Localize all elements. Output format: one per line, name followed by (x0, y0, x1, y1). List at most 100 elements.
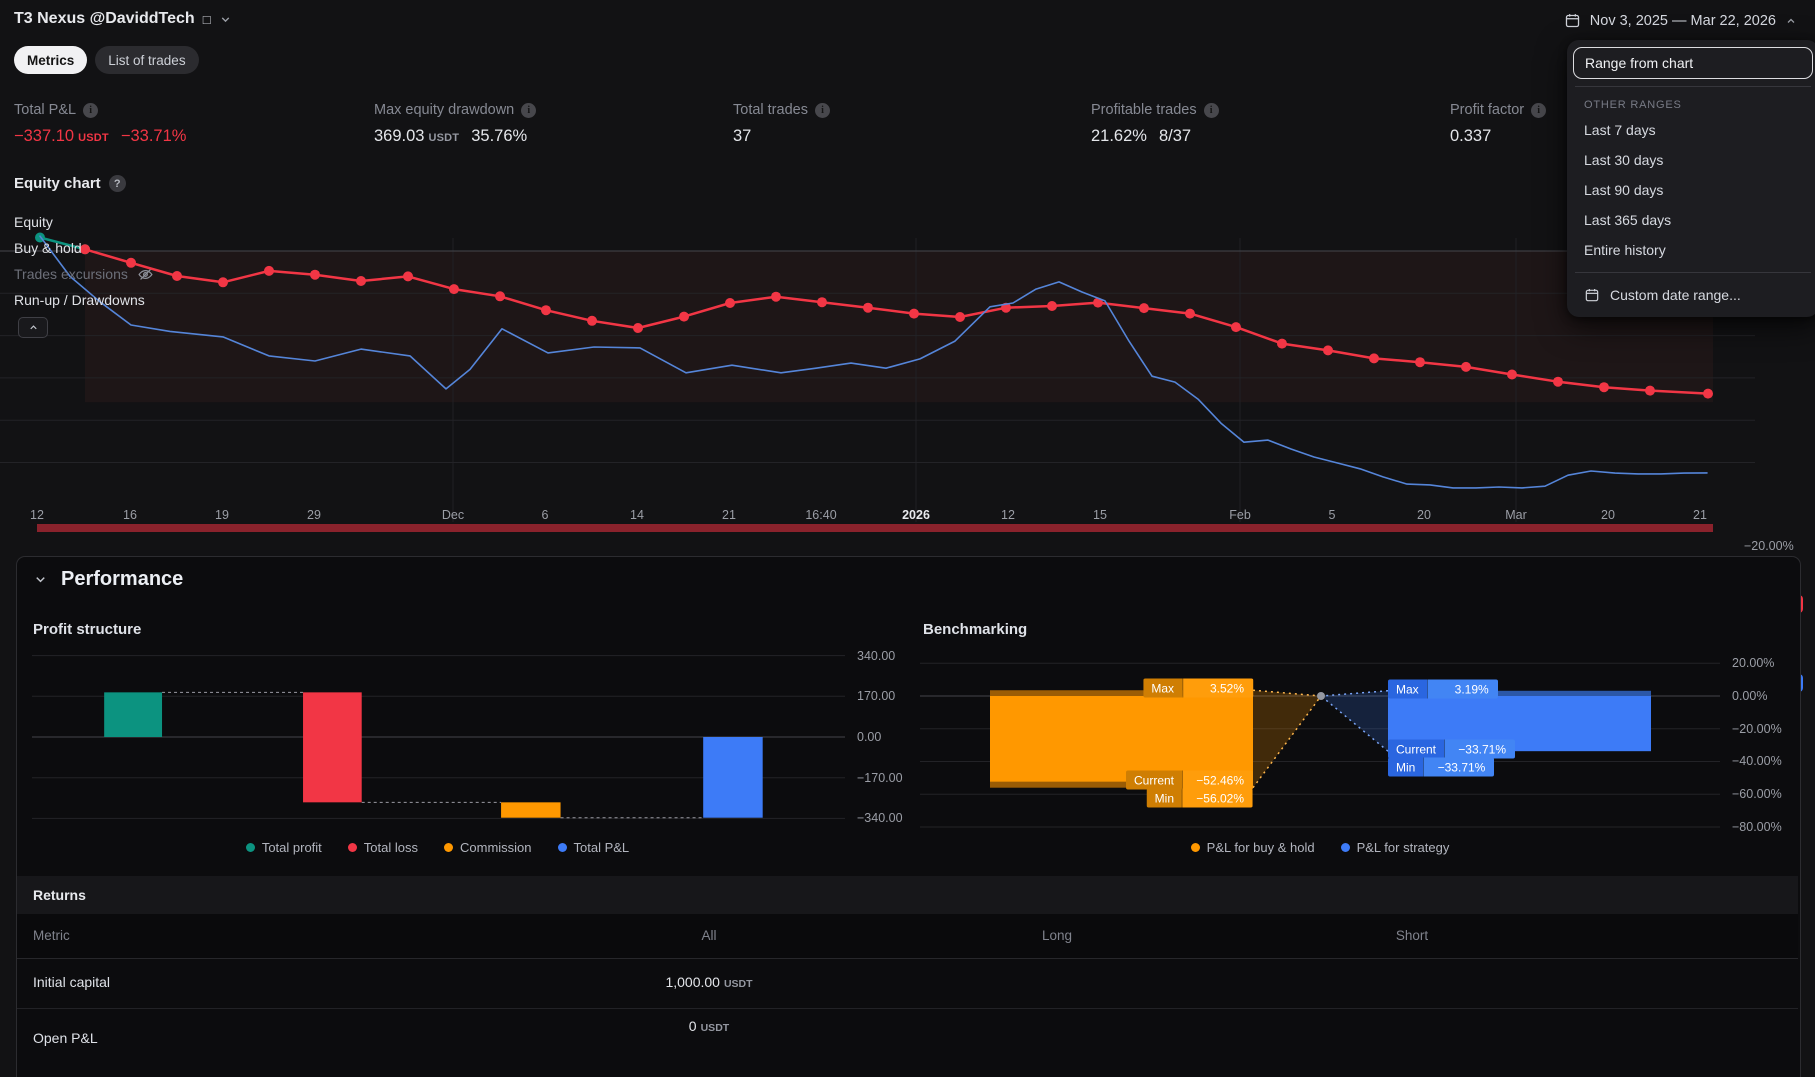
legend-item: P&L for strategy (1340, 840, 1450, 855)
metric-max-drawdown: Max equity drawdown i 369.03 USDT 35.76% (374, 102, 714, 146)
menu-item-last-90-days[interactable]: Last 90 days (1573, 175, 1813, 205)
metric-label: Profitable trades (1091, 102, 1197, 118)
info-icon[interactable]: i (1531, 102, 1547, 118)
menu-group-label: OTHER RANGES (1584, 99, 1682, 111)
metric-label: Max equity drawdown (374, 102, 515, 118)
legend-item: Total profit (245, 840, 322, 855)
value-chip-max: Max 3.52% (1143, 678, 1253, 698)
profit-structure-title: Profit structure (33, 621, 142, 638)
chip-value: −33.71% (1444, 739, 1516, 759)
tab-metrics[interactable]: Metrics (14, 46, 88, 74)
range-menu: Range from chart OTHER RANGES Last 7 day… (1567, 40, 1815, 317)
info-icon[interactable]: i (83, 102, 99, 118)
returns-table-header: Metric All Long Short (17, 914, 1798, 959)
legend-dot (557, 843, 567, 852)
max-drawdown-region (85, 251, 1713, 403)
page-title: T3 Nexus @DaviddTech (14, 10, 195, 27)
legend-item: Commission (444, 840, 532, 855)
x-tick: 20 (1417, 508, 1431, 522)
chip-value: −56.02% (1182, 788, 1253, 808)
x-tick: 21 (722, 508, 736, 522)
row-value-all: 0 USDT (688, 1018, 730, 1034)
legend-item: Total loss (347, 840, 418, 855)
chip-value: 3.19% (1426, 679, 1498, 699)
equity-pane[interactable]: 12 16 19 29 Dec 6 14 21 16:40 2026 12 15 Feb 5 20 Mar 20… (0, 210, 1815, 692)
returns-title: Returns (33, 887, 86, 903)
column-p-l-for-buy-hold (990, 696, 1253, 782)
legend-label: Total loss (363, 840, 418, 855)
chevron-down-icon[interactable] (219, 13, 232, 26)
strategy-tester-page: T3 Nexus @DaviddTech □ Nov 3, 2025 — Mar… (0, 0, 1815, 1077)
table-row-initial-capital[interactable]: Initial capital 1,000.00 USDT (17, 958, 1798, 1008)
legend-item: P&L for buy & hold (1190, 840, 1315, 855)
legend-label: P&L for buy & hold (1206, 840, 1315, 855)
metric-value: 21.62% (1091, 127, 1147, 145)
metric-profitable-trades: Profitable trades i 21.62% 8/37 (1091, 102, 1431, 146)
x-tick: 15 (1093, 508, 1107, 522)
profit-structure-legend: Total profit Total loss Commission Total P&… (30, 840, 845, 855)
help-icon[interactable]: ? (108, 175, 126, 192)
value-chip-min: Min −33.71% (1388, 757, 1495, 777)
y-tick: −340.00 (857, 811, 903, 826)
chip-label: Current (1125, 770, 1182, 790)
bar-total-profit (104, 692, 163, 737)
x-tick: 16 (123, 508, 137, 522)
legend-dot (1340, 843, 1350, 852)
table-row-open-pnl[interactable]: Open P&L 0 USDT (17, 1008, 1798, 1058)
date-range-button[interactable]: Nov 3, 2025 — Mar 22, 2026 (1556, 8, 1805, 33)
menu-item-last-7-days[interactable]: Last 7 days (1573, 115, 1813, 145)
bar-commission (501, 802, 561, 818)
legend-label: P&L for strategy (1356, 840, 1450, 855)
value-chip-max: Max 3.19% (1388, 679, 1498, 699)
y-tick: 0.00% (1732, 689, 1768, 703)
eye-off-icon (137, 266, 154, 283)
value-chip-current: Current −33.71% (1388, 739, 1516, 759)
menu-item-entire-history[interactable]: Entire history (1573, 235, 1813, 265)
menu-item-last-365-days[interactable]: Last 365 days (1573, 205, 1813, 235)
info-icon[interactable]: i (1203, 102, 1219, 118)
menu-item-custom-date-range[interactable]: Custom date range... (1573, 280, 1813, 310)
y-tick: 340.00 (857, 648, 896, 663)
benchmarking-title: Benchmarking (923, 621, 1028, 638)
equity-plot[interactable] (0, 210, 1815, 540)
legend-item-equity[interactable]: Equity (14, 213, 154, 231)
metric-total-trades: Total trades i 37 (733, 102, 1073, 146)
x-tick: 14 (630, 508, 644, 522)
x-tick: 12 (1001, 508, 1015, 522)
menu-item-last-30-days[interactable]: Last 30 days (1573, 145, 1813, 175)
performance-header[interactable]: Performance (33, 568, 183, 591)
x-tick: 12 (30, 508, 44, 522)
legend-dot (444, 843, 453, 852)
row-label: Initial capital (33, 974, 111, 990)
bar-total-p-l (703, 737, 763, 818)
metric-label: Total P&L (14, 102, 77, 118)
column-all: All (701, 928, 717, 943)
y-tick: 20.00% (1732, 656, 1775, 671)
bar-total-loss (303, 692, 362, 803)
x-tick: 29 (307, 508, 321, 522)
y-tick: −20.00% (1744, 538, 1794, 553)
benchmarking-legend: P&L for buy & hold P&L for strategy (920, 840, 1720, 855)
x-tick: Mar (1505, 508, 1527, 522)
metric-value: 0.337 (1450, 127, 1492, 145)
collapse-pane-button[interactable] (18, 317, 48, 338)
benchmarking-svg (920, 662, 1720, 828)
equity-chart-heading: Equity chart ? (14, 175, 126, 192)
legend-dot (1190, 843, 1200, 852)
x-tick: 19 (215, 508, 229, 522)
legend-item-runup-drawdowns[interactable]: Run-up / Drawdowns (14, 291, 154, 309)
legend-item-buy-and-hold[interactable]: Buy & hold (14, 239, 154, 257)
legend-item-trades-excursions[interactable]: Trades excursions (14, 265, 154, 283)
info-icon[interactable]: i (814, 102, 830, 118)
metric-label: Total trades (733, 102, 808, 118)
tab-list-of-trades[interactable]: List of trades (95, 46, 199, 74)
menu-item-range-from-chart[interactable]: Range from chart (1573, 47, 1813, 79)
chevron-up-icon (1785, 15, 1797, 27)
strategy-title-row[interactable]: T3 Nexus @DaviddTech □ (14, 10, 232, 28)
legend-label: Commission (460, 840, 532, 855)
x-tick: Dec (441, 508, 465, 522)
info-icon[interactable]: i (521, 102, 537, 118)
date-range-text: Nov 3, 2025 — Mar 22, 2026 (1589, 12, 1776, 29)
chip-label: Max (1143, 678, 1182, 698)
y-tick: −170.00 (857, 770, 903, 785)
